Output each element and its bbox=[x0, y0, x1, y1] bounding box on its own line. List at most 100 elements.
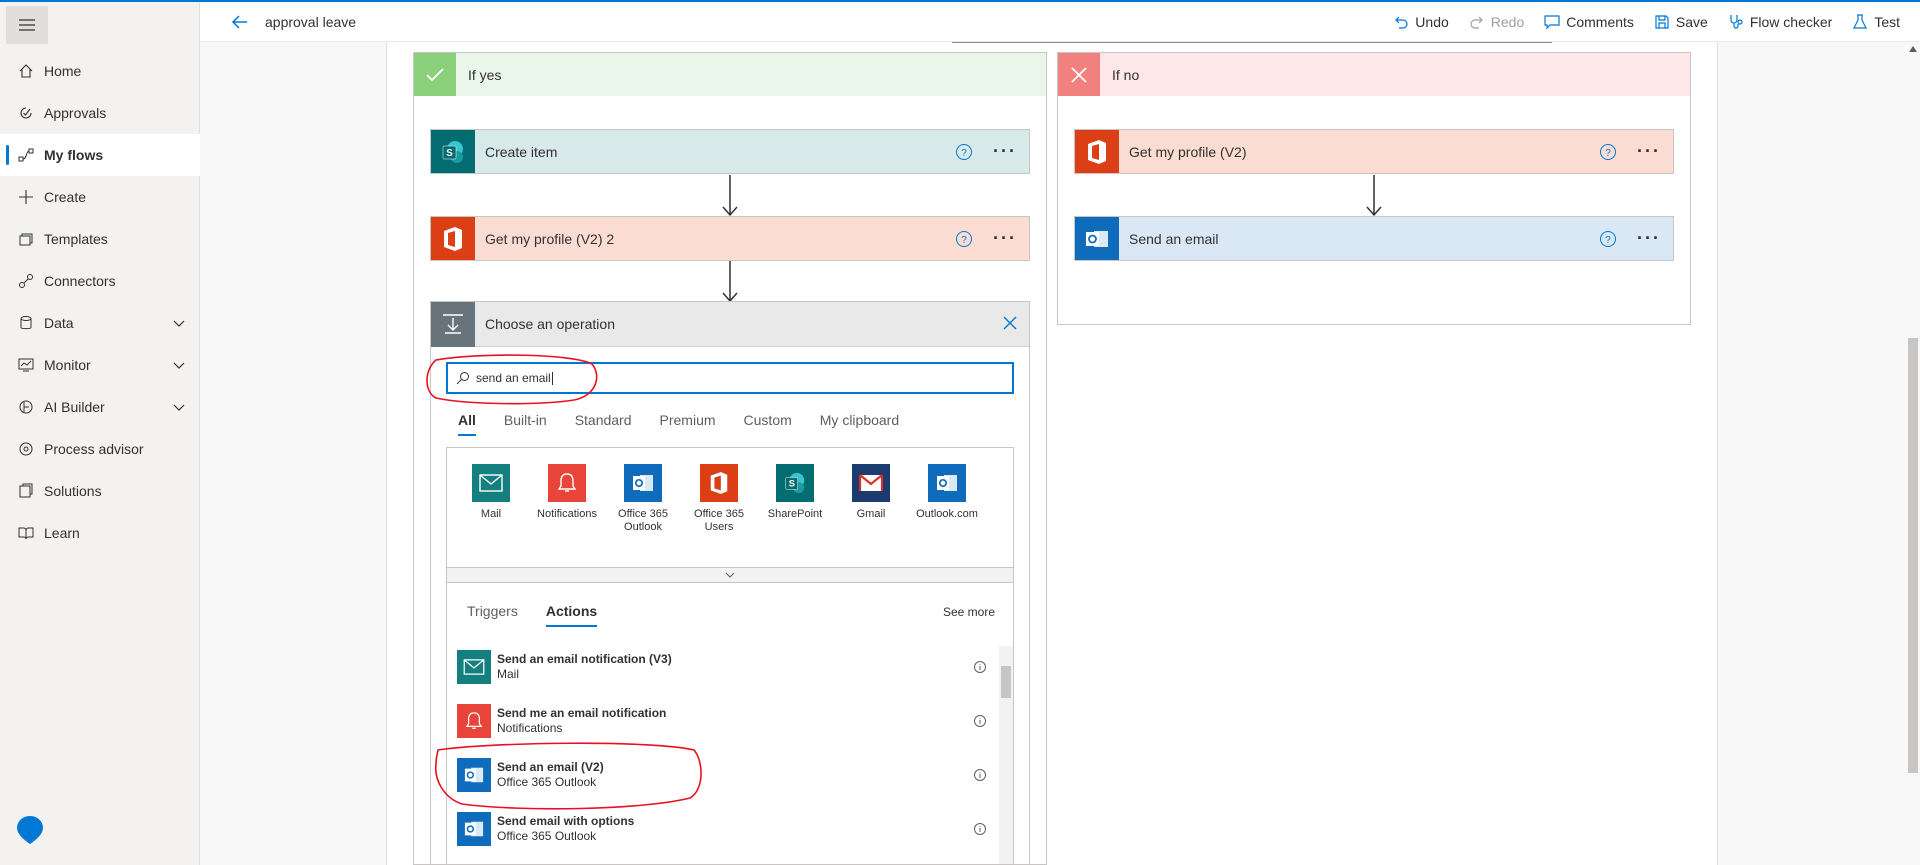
office-icon bbox=[700, 464, 738, 502]
scrollbar-thumb[interactable] bbox=[1001, 666, 1011, 698]
sidebar-item-ai-builder[interactable]: AI Builder bbox=[0, 386, 200, 428]
branch-header-yes[interactable]: If yes bbox=[414, 53, 1046, 96]
sidebar-item-label: Home bbox=[44, 63, 82, 79]
choose-operation-header: Choose an operation bbox=[431, 302, 1029, 347]
chevron-down-icon bbox=[173, 320, 185, 327]
close-icon[interactable] bbox=[1001, 314, 1019, 332]
action-send-an-email-v2[interactable]: Send an email (V2) Office 365 Outlook bbox=[457, 755, 987, 795]
save-button[interactable]: Save bbox=[1654, 14, 1708, 30]
tab-standard[interactable]: Standard bbox=[575, 412, 632, 436]
comments-button[interactable]: Comments bbox=[1544, 14, 1634, 30]
sidebar-item-label: Templates bbox=[44, 231, 108, 247]
sidebar-item-approvals[interactable]: Approvals bbox=[0, 92, 200, 134]
connector-notifications[interactable]: Notifications bbox=[531, 464, 603, 521]
help-icon[interactable]: ? bbox=[955, 143, 973, 161]
sidebar-item-label: My flows bbox=[44, 147, 104, 163]
connector-office-365-users[interactable]: Office 365 Users bbox=[683, 464, 755, 534]
flow-title: approval leave bbox=[265, 14, 357, 30]
info-icon[interactable] bbox=[973, 822, 987, 836]
outlook-icon bbox=[928, 464, 966, 502]
search-input[interactable]: send an email bbox=[446, 362, 1014, 394]
help-icon[interactable]: ? bbox=[1599, 143, 1617, 161]
connector-gmail[interactable]: Gmail bbox=[835, 464, 907, 521]
svg-text:S: S bbox=[789, 479, 795, 489]
action-card-create-item[interactable]: S Create item ? ··· bbox=[430, 129, 1030, 174]
redo-icon bbox=[1470, 16, 1483, 29]
page-scrollbar[interactable] bbox=[1906, 42, 1920, 865]
info-icon[interactable] bbox=[973, 660, 987, 674]
action-card-get-my-profile[interactable]: Get my profile (V2) ? ··· bbox=[1074, 129, 1674, 174]
sidebar-item-my-flows[interactable]: My flows bbox=[0, 134, 200, 176]
comment-icon bbox=[1544, 15, 1560, 30]
sidebar-item-templates[interactable]: Templates bbox=[0, 218, 200, 260]
flow-checker-label: Flow checker bbox=[1749, 14, 1833, 30]
redo-button[interactable]: Redo bbox=[1469, 14, 1524, 30]
action-name: Send an email (V2) bbox=[497, 760, 604, 774]
connector-line bbox=[952, 42, 1552, 43]
sidebar-item-monitor[interactable]: Monitor bbox=[0, 344, 200, 386]
test-button[interactable]: Test bbox=[1852, 14, 1900, 30]
connector-label: SharePoint bbox=[767, 508, 823, 520]
back-arrow-icon[interactable] bbox=[230, 12, 250, 32]
action-send-me-an-email-notification[interactable]: Send me an email notification Notificati… bbox=[457, 701, 987, 741]
action-text: Send an email (V2) Office 365 Outlook bbox=[497, 760, 973, 790]
tab-triggers[interactable]: Triggers bbox=[467, 603, 518, 627]
branch-header-no[interactable]: If no bbox=[1058, 53, 1690, 96]
connector-sharepoint[interactable]: S SharePoint bbox=[759, 464, 831, 521]
tab-actions[interactable]: Actions bbox=[545, 603, 598, 627]
action-card-get-my-profile-2[interactable]: Get my profile (V2) 2 ? ··· bbox=[430, 216, 1030, 261]
connector-office-365-outlook[interactable]: Office 365 Outlook bbox=[607, 464, 679, 534]
info-icon[interactable] bbox=[973, 768, 987, 782]
checkmark-icon bbox=[414, 53, 456, 96]
tab-premium[interactable]: Premium bbox=[660, 412, 716, 436]
sidebar-item-home[interactable]: Home bbox=[0, 50, 200, 92]
actions-panel: Triggers Actions See more Send an email … bbox=[446, 583, 1014, 864]
action-connector: Notifications bbox=[497, 721, 563, 735]
connectors-icon bbox=[18, 273, 34, 289]
more-options-icon[interactable]: ··· bbox=[1637, 141, 1661, 162]
hamburger-menu-button[interactable] bbox=[6, 6, 48, 44]
sidebar-item-create[interactable]: Create bbox=[0, 176, 200, 218]
action-send-an-email-notification-v3[interactable]: Send an email notification (V3) Mail bbox=[457, 647, 987, 687]
comments-label: Comments bbox=[1566, 14, 1634, 30]
redo-label: Redo bbox=[1490, 14, 1525, 30]
more-options-icon[interactable]: ··· bbox=[1637, 228, 1661, 249]
sidebar-item-process-advisor[interactable]: Process advisor bbox=[0, 428, 200, 470]
flow-checker-button[interactable]: Flow checker bbox=[1728, 14, 1832, 30]
flow-arrow-icon bbox=[1366, 175, 1382, 217]
action-send-email-with-options[interactable]: Send email with options Office 365 Outlo… bbox=[457, 809, 987, 849]
help-icon[interactable]: ? bbox=[955, 230, 973, 248]
info-icon[interactable] bbox=[973, 714, 987, 728]
tab-all[interactable]: All bbox=[458, 412, 476, 436]
undo-button[interactable]: Undo bbox=[1393, 14, 1449, 30]
connector-mail[interactable]: Mail bbox=[455, 464, 527, 521]
sidebar-item-solutions[interactable]: Solutions bbox=[0, 470, 200, 512]
svg-text:?: ? bbox=[961, 148, 967, 159]
help-icon[interactable]: ? bbox=[1599, 230, 1617, 248]
tab-built-in[interactable]: Built-in bbox=[504, 412, 547, 436]
more-options-icon[interactable]: ··· bbox=[993, 228, 1017, 249]
connector-outlook-com[interactable]: Outlook.com bbox=[911, 464, 983, 521]
location-pin-icon[interactable] bbox=[14, 814, 46, 846]
actions-scrollbar[interactable] bbox=[999, 646, 1013, 864]
more-options-icon[interactable]: ··· bbox=[993, 141, 1017, 162]
expand-connectors-button[interactable] bbox=[446, 567, 1014, 583]
sidebar-item-learn[interactable]: Learn bbox=[0, 512, 200, 554]
page-scrollbar-thumb[interactable] bbox=[1908, 338, 1918, 773]
toolbar: Undo Redo Comments Save Flow checker Tes… bbox=[1393, 2, 1900, 42]
search-value: send an email bbox=[476, 371, 551, 385]
tab-my-clipboard[interactable]: My clipboard bbox=[820, 412, 899, 436]
scroll-up-icon[interactable] bbox=[1909, 46, 1917, 52]
see-more-link[interactable]: See more bbox=[943, 605, 995, 619]
branch-title: If yes bbox=[468, 66, 502, 83]
connector-label: Mail bbox=[480, 508, 502, 520]
templates-icon bbox=[18, 231, 34, 247]
hamburger-icon bbox=[19, 19, 35, 31]
sidebar-item-label: Learn bbox=[44, 525, 80, 541]
action-card-send-an-email[interactable]: Send an email ? ··· bbox=[1074, 216, 1674, 261]
sidebar-item-connectors[interactable]: Connectors bbox=[0, 260, 200, 302]
card-label: Get my profile (V2) 2 bbox=[485, 230, 615, 247]
action-connector: Office 365 Outlook bbox=[497, 775, 597, 789]
tab-custom[interactable]: Custom bbox=[744, 412, 792, 436]
sidebar-item-data[interactable]: Data bbox=[0, 302, 200, 344]
